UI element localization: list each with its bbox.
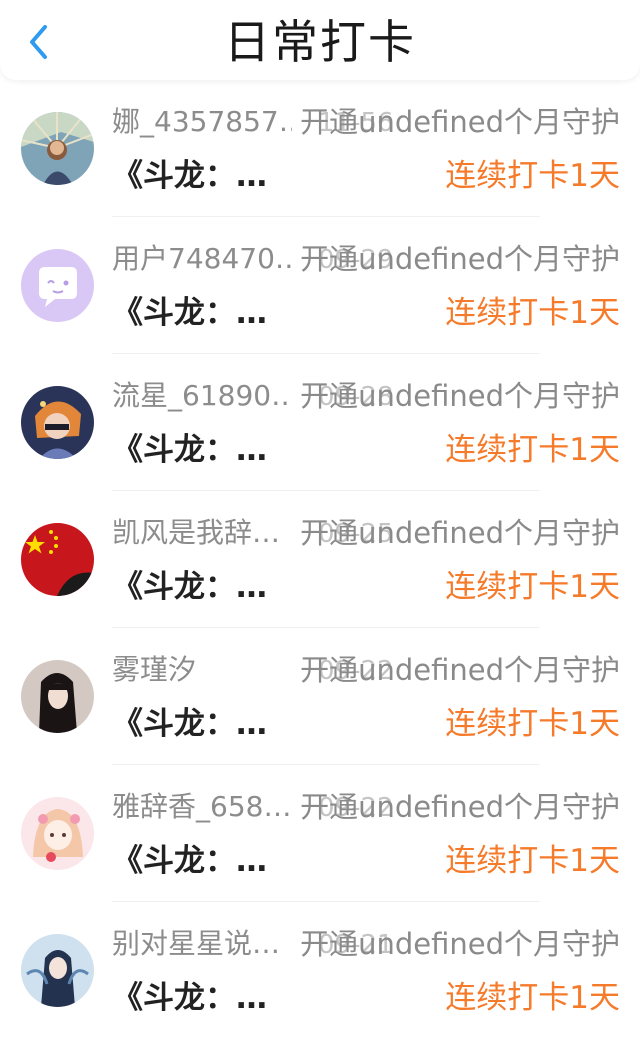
username: 娜_4357857… bbox=[112, 105, 292, 138]
avatar[interactable] bbox=[21, 523, 94, 596]
list-item[interactable]: 娜_4357857… 11-56 开通undefined个月守护 《斗龙：… 连… bbox=[0, 80, 640, 217]
list-item[interactable]: 流星_61890… 09-28 开通undefined个月守护 《斗龙：… 连续… bbox=[0, 354, 640, 491]
username: 凯风是我辞… bbox=[112, 516, 281, 549]
book-title[interactable]: 《斗龙：… bbox=[112, 840, 267, 882]
action-text: 开通undefined个月守护 bbox=[300, 242, 620, 276]
avatar[interactable] bbox=[21, 249, 94, 322]
streak-label: 连续打卡1天 bbox=[445, 432, 620, 468]
avatar[interactable] bbox=[21, 112, 94, 185]
list-item[interactable]: 用户748470… 09-29 开通undefined个月守护 《斗龙：… 连续… bbox=[0, 217, 640, 354]
action-text: 开通undefined个月守护 bbox=[300, 790, 620, 824]
list-item[interactable]: 雾瑾汐 09-22 开通undefined个月守护 《斗龙：… 连续打卡1天 bbox=[0, 628, 640, 765]
streak-label: 连续打卡1天 bbox=[445, 158, 620, 194]
book-title[interactable]: 《斗龙：… bbox=[112, 292, 267, 334]
book-title[interactable]: 《斗龙：… bbox=[112, 566, 267, 608]
streak-label: 连续打卡1天 bbox=[445, 843, 620, 879]
action-text: 开通undefined个月守护 bbox=[300, 516, 620, 550]
avatar[interactable] bbox=[21, 797, 94, 870]
action-text: 开通undefined个月守护 bbox=[300, 653, 620, 687]
page-title: 日常打卡 bbox=[224, 15, 416, 69]
avatar[interactable] bbox=[21, 660, 94, 733]
username: 雾瑾汐 bbox=[112, 653, 197, 686]
username: 雅辞香_658… bbox=[112, 790, 292, 823]
action-text: 开通undefined个月守护 bbox=[300, 105, 620, 139]
streak-label: 连续打卡1天 bbox=[445, 980, 620, 1016]
book-title[interactable]: 《斗龙：… bbox=[112, 977, 267, 1019]
top-bar: 日常打卡 bbox=[0, 0, 640, 80]
streak-label: 连续打卡1天 bbox=[445, 569, 620, 605]
streak-label: 连续打卡1天 bbox=[445, 295, 620, 331]
book-title[interactable]: 《斗龙：… bbox=[112, 155, 267, 197]
action-text: 开通undefined个月守护 bbox=[300, 927, 620, 961]
streak-label: 连续打卡1天 bbox=[445, 706, 620, 742]
action-text: 开通undefined个月守护 bbox=[300, 379, 620, 413]
list-item[interactable]: 别对星星说… 09-21 开通undefined个月守护 《斗龙：… 连续打卡1… bbox=[0, 902, 640, 1039]
username: 流星_61890… bbox=[112, 379, 292, 412]
list-item[interactable]: 雅辞香_658… 09-22 开通undefined个月守护 《斗龙：… 连续打… bbox=[0, 765, 640, 902]
avatar[interactable] bbox=[21, 386, 94, 459]
username: 别对星星说… bbox=[112, 927, 281, 960]
username: 用户748470… bbox=[112, 242, 292, 275]
book-title[interactable]: 《斗龙：… bbox=[112, 429, 267, 471]
avatar[interactable] bbox=[21, 934, 94, 1007]
list-item[interactable]: 凯风是我辞… 09-25 开通undefined个月守护 《斗龙：… 连续打卡1… bbox=[0, 491, 640, 628]
book-title[interactable]: 《斗龙：… bbox=[112, 703, 267, 745]
